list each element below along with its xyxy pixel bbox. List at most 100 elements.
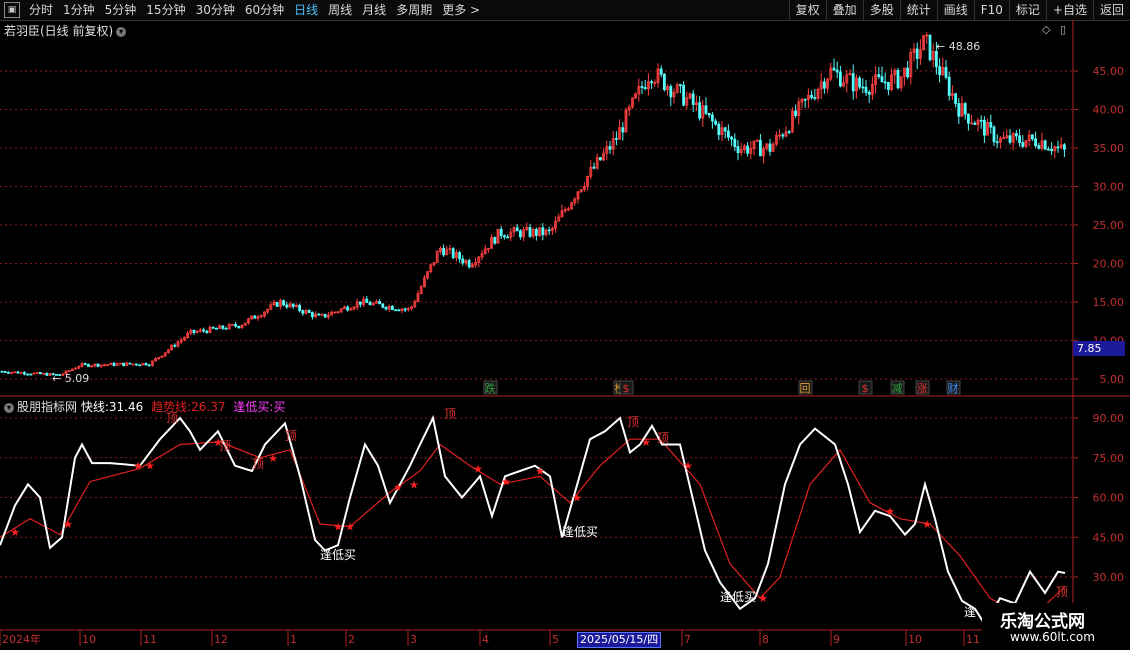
candle-body (864, 86, 868, 93)
event-marker: 跌 (485, 381, 496, 395)
price-tick-label: 20.00 (1093, 258, 1125, 271)
candle-body (96, 363, 100, 367)
candle-body (813, 97, 817, 99)
event-marker: 回 (800, 382, 811, 395)
candle-body (861, 86, 865, 89)
candle-body (698, 102, 701, 119)
date-tick-label: 10 (82, 633, 96, 646)
candle-body (506, 236, 510, 239)
candle-body (22, 372, 26, 375)
indicator-tick-label: 75.00 (1093, 452, 1125, 465)
candle-body (535, 229, 538, 236)
candle-body (839, 71, 842, 87)
date-tick-label: 7 (684, 633, 691, 646)
candle-body (1034, 138, 1037, 147)
current-price-badge: 7.85 (1073, 341, 1125, 356)
candle-body (707, 112, 711, 116)
candle-body (823, 81, 826, 89)
candle-body (202, 329, 206, 332)
trend-star-marker: ★ (683, 460, 693, 473)
candle-body (682, 84, 685, 106)
candle-body (390, 305, 394, 311)
candle-body (947, 76, 951, 96)
date-tick-label: 10 (908, 633, 922, 646)
candle-body (669, 86, 673, 98)
candle-body (979, 119, 983, 122)
trend-star-marker: ★ (345, 521, 355, 534)
top-signal-label: 顶 (627, 415, 639, 429)
candle-body (16, 371, 20, 374)
candle-body (723, 127, 727, 132)
candle-body (502, 235, 506, 238)
candle-body (291, 303, 295, 307)
event-marker: 财 (948, 381, 959, 395)
price-tick-label: 15.00 (1093, 296, 1125, 309)
candle-body (1056, 146, 1060, 149)
candle-body (992, 126, 996, 143)
candle-body (973, 122, 977, 125)
candle-body (640, 86, 644, 88)
watermark-url: www.60lt.com (1010, 630, 1095, 644)
trend-star-marker: ★ (268, 452, 278, 465)
candle-body (1047, 148, 1050, 151)
trend-star-marker: ★ (333, 521, 343, 534)
candle-body (83, 363, 87, 366)
price-tick-label: 35.00 (1093, 142, 1125, 155)
candle-body (173, 344, 177, 347)
candle-body (935, 51, 938, 68)
trend-line-label: 趋势线: (151, 400, 192, 414)
candle-body (938, 66, 941, 76)
trend-star-marker: ★ (133, 460, 143, 473)
candle-body (858, 77, 861, 88)
trend-line-value: 26.37 (191, 400, 226, 414)
candle-body (138, 364, 142, 367)
candle-body (451, 248, 455, 258)
candle-body (896, 69, 900, 89)
candle-body (323, 313, 327, 318)
candle-body (128, 362, 132, 365)
candle-body (711, 114, 714, 122)
candle-body (301, 310, 305, 314)
candle-body (214, 327, 218, 330)
candle-body (944, 66, 948, 78)
candle-body (365, 298, 369, 303)
candle-body (467, 260, 471, 268)
candle-body (643, 87, 647, 90)
candle-body (851, 73, 855, 92)
candle-body (519, 230, 522, 238)
trend-star-marker: ★ (885, 505, 895, 518)
candle-body (39, 372, 42, 375)
price-tick-label: 25.00 (1093, 219, 1125, 232)
candle-body (1015, 133, 1018, 137)
candle-body (144, 362, 148, 366)
candle-body (679, 84, 682, 87)
candle-body (3, 371, 7, 373)
candle-body (397, 309, 401, 312)
buy-low-label: 逢低买 (562, 525, 598, 539)
candle-body (29, 373, 33, 376)
candle-body (887, 81, 890, 90)
date-tick-label: 3 (410, 633, 417, 646)
candle-body (621, 127, 625, 133)
candle-body (358, 301, 362, 305)
candle-body (1063, 144, 1066, 150)
candle-body (499, 228, 503, 237)
candle-body (615, 138, 618, 140)
candle-body (733, 138, 737, 148)
candle-body (704, 105, 708, 114)
trend-star-marker: ★ (409, 478, 419, 491)
date-tick-label: 2 (348, 633, 355, 646)
indicator-tick-label: 30.00 (1093, 571, 1125, 584)
candle-body (835, 69, 839, 73)
chevron-down-icon[interactable]: ▾ (4, 402, 14, 413)
candle-body (608, 146, 612, 150)
candle-body (547, 229, 551, 232)
top-signal-label: 顶 (252, 457, 264, 471)
indicator-title: ▾ 股朋指标网 快线:31.46 趋势线:26.37 逢低买:买 (4, 398, 285, 415)
trend-star-marker: ★ (63, 518, 73, 531)
candle-body (221, 325, 225, 329)
date-tick-label: 12 (214, 633, 228, 646)
price-tick-label: 45.00 (1093, 65, 1125, 78)
candle-body (592, 166, 596, 169)
kline-chart[interactable]: 45.0040.0035.0030.0025.0020.0015.0010.00… (0, 0, 1130, 650)
